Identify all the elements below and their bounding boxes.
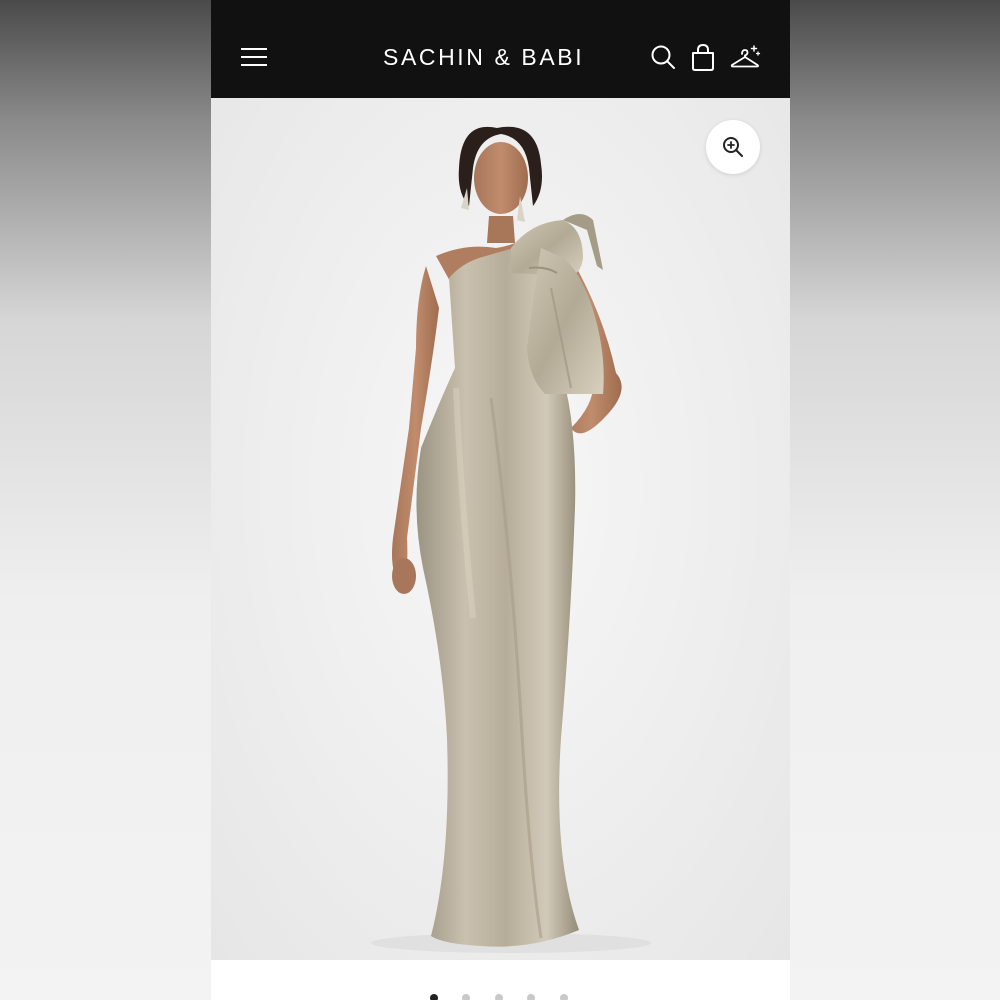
site-header: SACHIN & BABI [211, 0, 790, 98]
carousel-dot[interactable] [495, 994, 503, 1000]
background-right [790, 0, 1000, 1000]
carousel-bar [211, 960, 790, 1000]
menu-button[interactable] [239, 44, 269, 68]
zoom-in-icon [723, 137, 743, 157]
zoom-button[interactable] [706, 120, 760, 174]
menu-icon-line [241, 56, 267, 58]
product-image[interactable] [211, 98, 790, 960]
carousel-dot[interactable] [527, 994, 535, 1000]
model-photo [371, 126, 651, 953]
brand-logo[interactable]: SACHIN & BABI [383, 42, 623, 72]
wishlist-button[interactable] [729, 42, 761, 72]
hanger-icon [730, 45, 761, 68]
bag-icon [692, 43, 714, 71]
mobile-page: SACHIN & BABI [211, 0, 790, 1000]
menu-icon-line [241, 64, 267, 66]
search-icon [651, 45, 675, 69]
carousel-dot[interactable] [430, 994, 438, 1000]
carousel-dot[interactable] [462, 994, 470, 1000]
menu-icon-line [241, 48, 267, 50]
search-button[interactable] [649, 42, 677, 72]
carousel-dot[interactable] [560, 994, 568, 1000]
cart-button[interactable] [689, 42, 717, 72]
background-left [0, 0, 211, 1000]
